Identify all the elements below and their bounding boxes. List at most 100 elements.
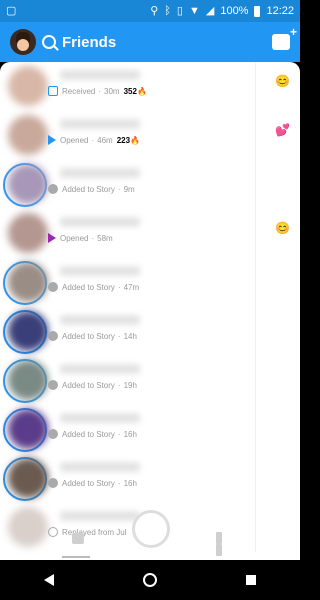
friend-name-redacted (60, 119, 140, 129)
friend-row[interactable]: Opened · 46m 223🔥 💕 (0, 111, 300, 160)
row-divider (255, 209, 256, 258)
friend-name-redacted (60, 168, 140, 178)
row-divider (255, 454, 256, 503)
friend-name-redacted (60, 511, 140, 521)
friend-emoji-icon: 😊 (275, 74, 290, 88)
status-time: 16h (123, 429, 137, 439)
back-icon[interactable] (44, 574, 55, 586)
row-divider (255, 356, 256, 405)
vibrate-icon: ▯ (176, 4, 183, 17)
friend-emoji-icon: 💕 (275, 123, 290, 137)
friend-status: Added to Story · 47m (48, 282, 139, 292)
status-time: 9m (123, 184, 135, 194)
status-text: Added to Story (62, 331, 115, 341)
friend-status: Added to Story · 19h (48, 380, 137, 390)
friend-row[interactable]: Opened · 58m 😊 (0, 209, 300, 258)
status-time: 58m (97, 233, 113, 243)
row-divider (255, 503, 256, 552)
friend-avatar[interactable] (8, 164, 48, 204)
status-text: Added to Story (62, 429, 115, 439)
friend-status: Replayed from Jul (48, 527, 126, 537)
friend-row[interactable]: Added to Story · 16h (0, 454, 300, 503)
status-time: 30m (104, 86, 120, 96)
friend-avatar[interactable] (8, 409, 48, 449)
friend-name-redacted (60, 364, 140, 374)
status-separator: · (117, 429, 121, 439)
friend-name-redacted (60, 266, 140, 276)
status-text: Received (62, 86, 96, 96)
story-icon (48, 282, 58, 292)
snapchat-notification-icon: ▢ (6, 4, 17, 17)
location-icon: ⚲ (150, 4, 159, 17)
status-separator: · (117, 478, 121, 488)
search-icon[interactable] (42, 35, 56, 49)
friend-row[interactable]: Added to Story · 16h (0, 405, 300, 454)
status-time: 14h (123, 331, 137, 341)
friend-row[interactable]: Added to Story · 19h (0, 356, 300, 405)
status-separator: · (117, 380, 121, 390)
friend-avatar[interactable] (8, 311, 48, 351)
story-icon (48, 184, 58, 194)
friend-name-redacted (60, 70, 140, 80)
friend-avatar[interactable] (8, 360, 48, 400)
friend-status: Added to Story · 14h (48, 331, 137, 341)
friend-avatar[interactable] (8, 262, 48, 302)
battery-icon (254, 5, 261, 17)
camera-capture-button[interactable] (132, 510, 170, 548)
status-separator: · (117, 282, 121, 292)
signal-icon: ◢ (205, 4, 215, 17)
streak-count: 352🔥 (123, 86, 147, 96)
friend-name-redacted (60, 462, 140, 472)
friend-row[interactable]: Added to Story · 14h (0, 307, 300, 356)
friend-avatar[interactable] (8, 115, 48, 155)
friend-status: Opened · 46m 223🔥 (48, 135, 140, 145)
status-text: Added to Story (62, 478, 115, 488)
status-time: 16h (123, 478, 137, 488)
friend-avatar[interactable] (8, 507, 48, 547)
discover-icon[interactable] (216, 532, 230, 556)
status-separator: · (98, 86, 102, 96)
friend-avatar[interactable] (8, 458, 48, 498)
friend-status: Added to Story · 9m (48, 184, 135, 194)
recents-icon[interactable] (245, 575, 256, 585)
wifi-icon: ▼ (188, 4, 200, 17)
friend-name-redacted (60, 217, 140, 227)
status-separator: · (91, 135, 95, 145)
clock: 12:22 (266, 5, 294, 17)
friend-row[interactable]: Added to Story · 47m (0, 258, 300, 307)
story-icon (48, 429, 58, 439)
streak-count: 223🔥 (116, 135, 141, 145)
android-navigation-bar (0, 560, 300, 600)
status-text: Opened (60, 233, 89, 243)
row-divider (255, 258, 256, 307)
header: Friends (0, 22, 300, 62)
profile-avatar[interactable] (10, 29, 36, 55)
story-icon (48, 331, 58, 341)
bluetooth-icon: ᛒ (164, 4, 171, 17)
friend-row[interactable]: Added to Story · 9m (0, 160, 300, 209)
opened-arrow-icon (48, 233, 56, 243)
story-icon (48, 478, 58, 488)
friends-list: Received · 30m 352🔥 😊 Opened · 46m 223🔥 💕 Added to… (0, 62, 300, 560)
friend-avatar[interactable] (8, 213, 48, 253)
replay-icon (48, 527, 58, 537)
battery-percent: 100% (220, 5, 249, 17)
chat-icon[interactable] (72, 533, 84, 544)
status-bar: ▢ ⚲ ᛒ ▯ ▼ ◢ 100% 12:22 (0, 0, 300, 22)
row-divider (255, 307, 256, 356)
opened-arrow-icon (48, 135, 56, 145)
status-separator: · (91, 233, 95, 243)
friend-row[interactable]: Received · 30m 352🔥 😊 (0, 62, 300, 111)
row-divider (255, 160, 256, 209)
friend-avatar[interactable] (8, 66, 48, 106)
friend-status: Received · 30m 352🔥 (48, 86, 147, 96)
row-divider (255, 111, 256, 160)
friend-name-redacted (60, 413, 140, 423)
story-icon (48, 380, 58, 390)
home-icon[interactable] (142, 573, 157, 587)
status-time: 47m (123, 282, 140, 292)
friend-emoji-icon: 😊 (275, 221, 290, 235)
status-text: Added to Story (62, 184, 115, 194)
status-time: 46m (97, 135, 113, 145)
new-chat-icon[interactable] (272, 25, 297, 50)
